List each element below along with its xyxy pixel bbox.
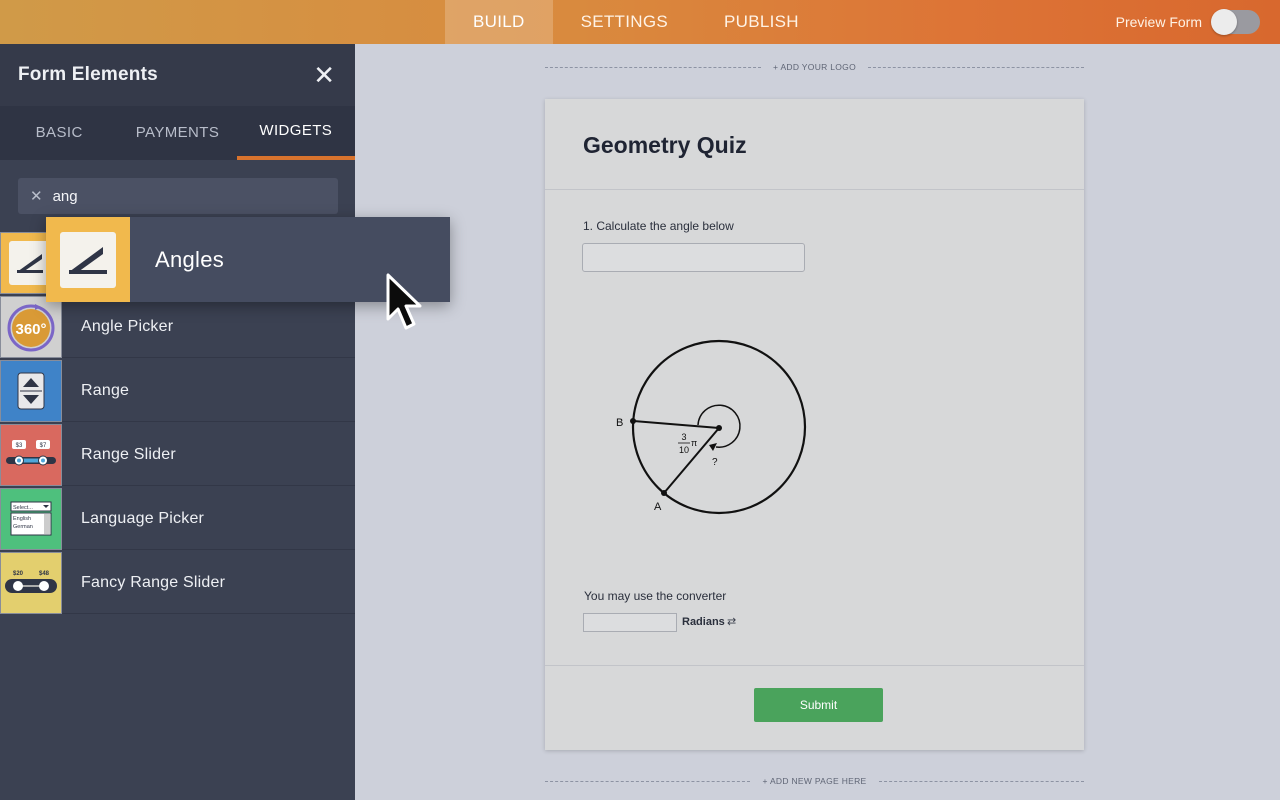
submit-button[interactable]: Submit <box>754 688 883 722</box>
answer-input[interactable] <box>582 243 805 272</box>
list-item-label: Range Slider <box>81 445 176 463</box>
angle-numerator: 3 <box>681 432 686 442</box>
list-item-angle-picker[interactable]: 360° Angle Picker <box>0 295 355 358</box>
add-logo-link[interactable]: + ADD YOUR LOGO <box>761 62 868 72</box>
widget-search: ✕ <box>18 178 338 214</box>
sidebar-title: Form Elements <box>18 64 158 85</box>
angle-diagram: B A 3 10 π ? <box>616 339 807 515</box>
close-icon[interactable]: ✕ <box>313 62 335 88</box>
list-item-fancy-range-slider[interactable]: $20 $48 Fancy Range Slider <box>0 551 355 614</box>
converter-unit: Radians <box>682 616 725 628</box>
angle-pi: π <box>691 438 697 448</box>
form-card: Geometry Quiz 1. Calculate the angle bel… <box>545 99 1084 750</box>
range-slider-icon: $3 $7 <box>0 423 62 486</box>
tab-basic[interactable]: BASIC <box>0 106 118 160</box>
sidebar-header: Form Elements ✕ <box>0 44 355 106</box>
range-slider-high: $7 <box>40 443 47 449</box>
lang-option-1: English <box>13 516 31 522</box>
tab-widgets[interactable]: WIDGETS <box>236 106 355 160</box>
range-slider-low: $3 <box>16 443 23 449</box>
tab-payments[interactable]: PAYMENTS <box>118 106 236 160</box>
footer-divider <box>545 665 1084 666</box>
top-nav: BUILD SETTINGS PUBLISH <box>445 0 827 44</box>
list-item-label: Fancy Range Slider <box>81 573 226 591</box>
angle-icon <box>60 231 116 288</box>
tab-build[interactable]: BUILD <box>445 0 553 44</box>
swap-units-icon[interactable]: ⇄ <box>727 615 736 628</box>
list-item-label: Range <box>81 381 130 399</box>
drag-ghost-thumb <box>46 217 130 302</box>
sidebar-tabs: BASIC PAYMENTS WIDGETS <box>0 106 355 160</box>
form-elements-sidebar: Form Elements ✕ BASIC PAYMENTS WIDGETS ✕… <box>0 44 355 800</box>
toggle-knob <box>1211 9 1237 35</box>
unknown-angle-label: ? <box>712 457 718 468</box>
list-item-language-picker[interactable]: Select... English German Language Picker <box>0 487 355 550</box>
converter-label: You may use the converter <box>584 589 727 603</box>
preview-form-toggle[interactable] <box>1211 9 1260 35</box>
lang-select-text: Select... <box>13 505 33 511</box>
add-page-link[interactable]: + ADD NEW PAGE HERE <box>750 776 878 786</box>
select-list-icon: Select... English German <box>0 487 62 550</box>
360-icon: 360° <box>0 295 62 358</box>
converter-input[interactable] <box>583 613 677 632</box>
up-down-arrows-icon <box>0 359 62 422</box>
add-page-row: + ADD NEW PAGE HERE <box>545 776 1084 786</box>
add-logo-row: + ADD YOUR LOGO <box>545 62 1084 72</box>
form-title[interactable]: Geometry Quiz <box>583 132 747 159</box>
clear-search-icon[interactable]: ✕ <box>30 187 43 205</box>
mouse-pointer-icon <box>386 273 422 330</box>
fancy-slider-high: $48 <box>39 571 50 577</box>
search-input[interactable] <box>52 187 313 205</box>
point-a-label: A <box>654 501 662 513</box>
angle-picker-thumb-text: 360° <box>15 321 46 338</box>
question-label: 1. Calculate the angle below <box>583 219 734 233</box>
header-divider <box>545 189 1084 190</box>
preview-form: Preview Form <box>1116 0 1260 44</box>
drag-ghost-label: Angles <box>155 246 225 272</box>
top-bar: BUILD SETTINGS PUBLISH Preview Form <box>0 0 1280 44</box>
angle-denominator: 10 <box>679 445 689 455</box>
tab-settings[interactable]: SETTINGS <box>553 0 696 44</box>
preview-form-label: Preview Form <box>1115 14 1202 30</box>
lang-option-2: German <box>13 524 33 530</box>
list-item-range[interactable]: Range <box>0 359 355 422</box>
list-item-label: Language Picker <box>81 509 205 527</box>
fancy-slider-icon: $20 $48 <box>0 551 62 614</box>
list-item-range-slider[interactable]: $3 $7 Range Slider <box>0 423 355 486</box>
tab-publish[interactable]: PUBLISH <box>696 0 827 44</box>
point-b-label: B <box>616 417 623 429</box>
list-item-label: Angle Picker <box>81 317 174 335</box>
fancy-slider-low: $20 <box>13 571 24 577</box>
